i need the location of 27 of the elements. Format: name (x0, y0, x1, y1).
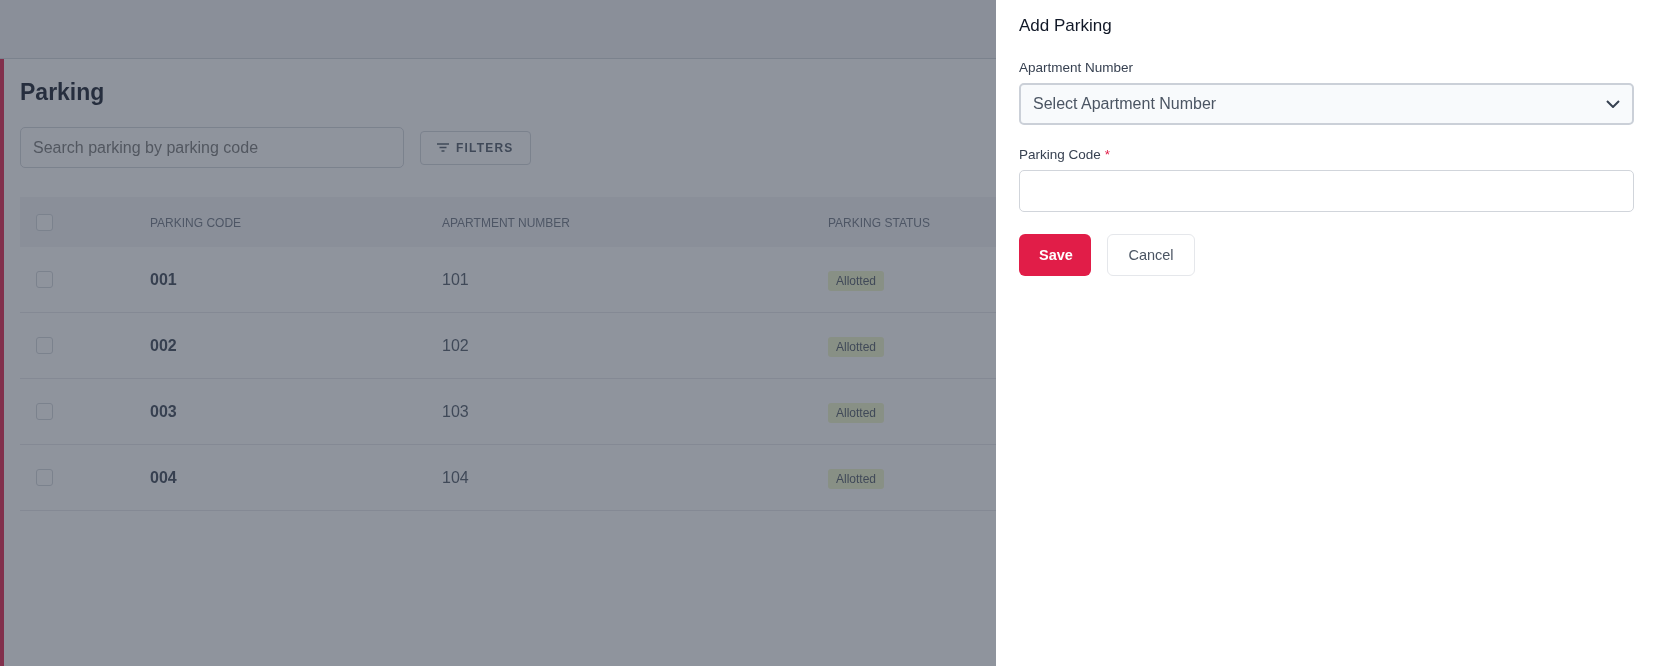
page-title: Parking (20, 79, 105, 106)
status-badge: Allotted (828, 402, 885, 423)
table-cell: 003 (150, 402, 177, 420)
panel-title: Add Parking (1019, 16, 1113, 36)
filter-icon (437, 143, 449, 152)
search-field[interactable]: Search parking by parking code (20, 127, 404, 168)
table-cell: 002 (150, 336, 177, 354)
table-cell: 004 (150, 468, 177, 486)
required-mark: * (1104, 147, 1111, 162)
status-badge: Allotted (828, 270, 885, 291)
input-field[interactable] (1019, 170, 1634, 212)
table-cell: 104 (442, 468, 469, 486)
field-label: Apartment Number (1019, 60, 1134, 75)
table-cell: 103 (442, 402, 469, 420)
select-field[interactable]: Select Apartment Number (1019, 83, 1634, 125)
table-cell: 001 (150, 270, 177, 288)
table-cell: 101 (442, 270, 469, 288)
status-badge: Allotted (828, 336, 885, 357)
column-header: PARKING CODE (150, 216, 242, 230)
table-cell: 102 (442, 336, 469, 354)
field-label: Parking Code (1019, 147, 1101, 162)
column-header: APARTMENT NUMBER (442, 216, 570, 230)
status-badge: Allotted (828, 468, 885, 489)
chevron-down-icon (1606, 100, 1620, 108)
cancel-button[interactable]: Cancel (1107, 234, 1195, 276)
save-button[interactable]: Save (1019, 234, 1091, 276)
column-header: PARKING STATUS (828, 216, 930, 230)
